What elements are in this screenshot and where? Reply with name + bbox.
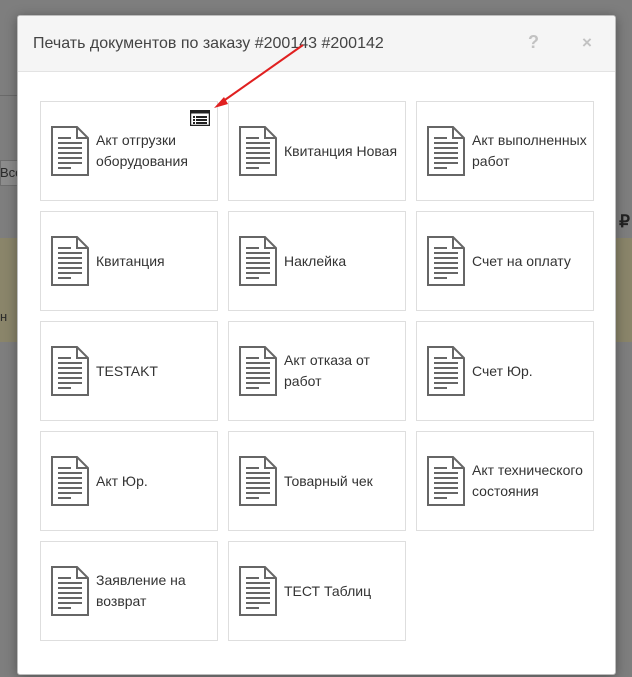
document-icon <box>427 346 465 396</box>
document-tile-label: Акт Юр. <box>96 472 148 489</box>
document-icon <box>51 566 89 616</box>
document-tile-label: Квитанция <box>96 252 165 269</box>
document-tile[interactable]: Акт Юр. <box>40 431 218 531</box>
document-icon <box>51 456 89 506</box>
document-tile-label: Наклейка <box>284 252 347 269</box>
document-tile-label: Акт технического состояния <box>472 462 583 499</box>
document-tile[interactable]: Наклейка <box>228 211 406 311</box>
close-button[interactable]: × <box>582 33 592 53</box>
document-tile[interactable]: Заявление на возврат <box>40 541 218 641</box>
document-tile[interactable]: Акт технического состояния <box>416 431 594 531</box>
document-icon <box>239 456 277 506</box>
dialog-title: Печать документов по заказу #200143 #200… <box>33 35 384 52</box>
document-icon <box>239 126 277 176</box>
document-tile[interactable]: Товарный чек <box>228 431 406 531</box>
document-icon <box>427 456 465 506</box>
document-icon <box>239 346 277 396</box>
help-button[interactable]: ? <box>528 32 539 53</box>
background-row-text: н <box>0 309 8 324</box>
document-icon <box>51 236 89 286</box>
document-tile-label: Акт отказа от работ <box>284 352 370 389</box>
document-tile-label: Квитанция Новая <box>284 142 398 159</box>
document-tile[interactable]: Счет Юр. <box>416 321 594 421</box>
document-icon <box>51 346 89 396</box>
document-tile-label: TESTAKT <box>96 362 158 379</box>
document-tile[interactable]: Акт отказа от работ <box>228 321 406 421</box>
document-tile[interactable]: Счет на оплату <box>416 211 594 311</box>
document-tile[interactable]: Квитанция Новая <box>228 101 406 201</box>
document-tile[interactable]: TESTAKT <box>40 321 218 421</box>
dialog-header: Печать документов по заказу #200143 #200… <box>18 16 615 72</box>
document-icon <box>239 566 277 616</box>
document-icon <box>427 236 465 286</box>
document-tile-label: Счет на оплату <box>472 252 571 269</box>
document-tile-label: ТЕСТ Таблиц <box>284 582 372 599</box>
document-tile-label: Счет Юр. <box>472 362 533 379</box>
document-tile[interactable]: ТЕСТ Таблиц <box>228 541 406 641</box>
document-tile-label: Заявление на возврат <box>96 572 186 609</box>
document-tile[interactable]: Акт выполненных работ <box>416 101 594 201</box>
document-icon <box>427 126 465 176</box>
document-tile-label: Товарный чек <box>284 472 373 489</box>
document-tile-label: Акт выполненных работ <box>472 132 587 169</box>
background-divider <box>0 95 18 96</box>
document-tile[interactable]: Акт отгрузки оборудования <box>40 101 218 201</box>
table-view-icon[interactable] <box>190 110 210 126</box>
document-icon <box>239 236 277 286</box>
print-documents-dialog: Печать документов по заказу #200143 #200… <box>17 15 616 675</box>
document-tile[interactable]: Квитанция <box>40 211 218 311</box>
background-currency: ₽ <box>619 212 630 231</box>
document-icon <box>51 126 89 176</box>
